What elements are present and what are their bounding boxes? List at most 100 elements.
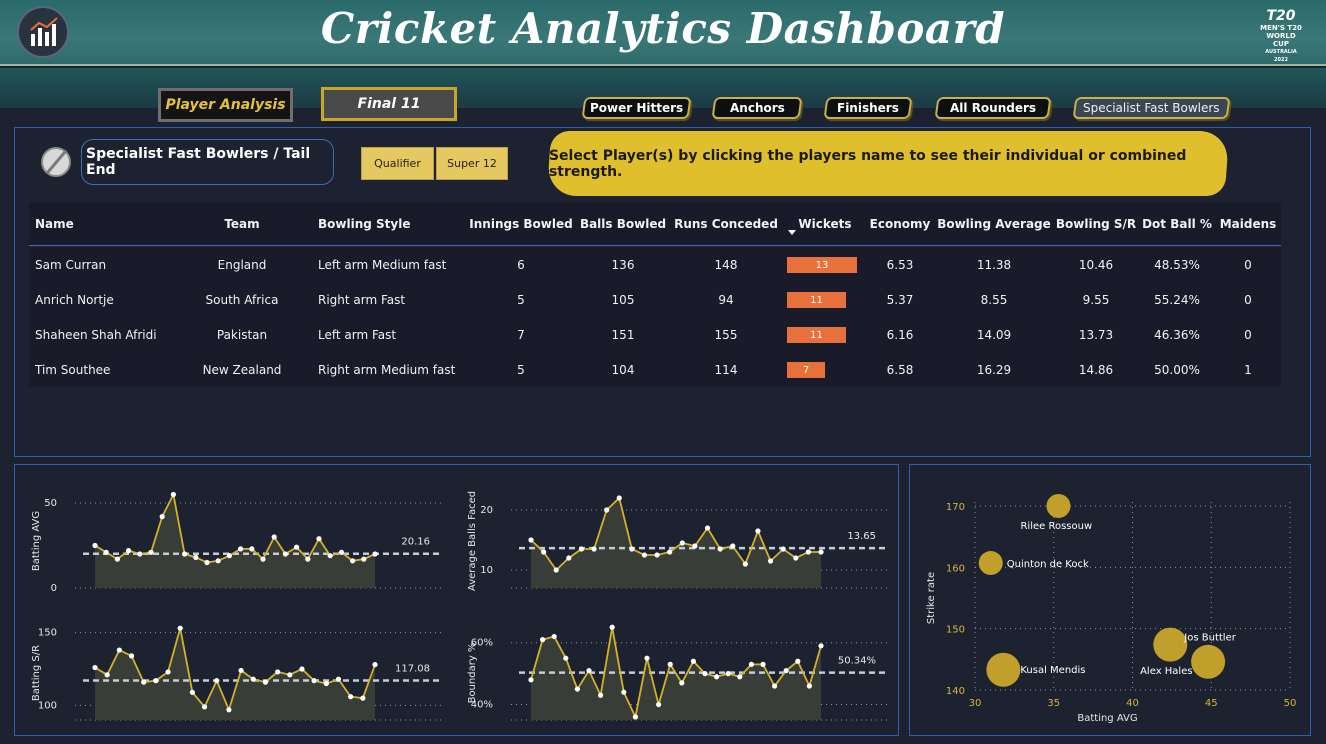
- data-point: [128, 653, 135, 659]
- data-point: [350, 558, 356, 564]
- col-name[interactable]: Name: [35, 202, 74, 245]
- strike-rate-vs-avg-chart: 30 35 40 45 50 140 150 160 170 Batting AVG Strike …: [926, 494, 1297, 724]
- data-point: [103, 549, 109, 555]
- average-label: 20.16: [401, 537, 430, 548]
- data-point: [260, 556, 266, 562]
- cell-dot-ball: 46.36%: [1154, 327, 1200, 342]
- data-point: [360, 695, 366, 701]
- data-point: [92, 542, 98, 549]
- average-label: 50.34%: [838, 656, 876, 667]
- data-point: [299, 666, 305, 672]
- cell-name[interactable]: Anrich Nortje: [35, 282, 185, 317]
- data-point: [338, 549, 344, 555]
- data-point: [249, 546, 255, 552]
- data-point: [679, 680, 685, 686]
- data-point: [159, 514, 165, 520]
- x-tick-label: 45: [1205, 698, 1218, 709]
- data-point: [609, 624, 615, 630]
- col-runs-conceded[interactable]: Runs Conceded: [673, 202, 779, 245]
- batting-avg-chart: 0 50Batting AVG 20.16: [31, 491, 442, 594]
- data-point: [238, 667, 244, 674]
- col-team[interactable]: Team: [189, 202, 295, 245]
- data-point: [116, 647, 122, 653]
- data-point: [528, 677, 534, 683]
- cell-dot-ball: 55.24%: [1154, 292, 1200, 307]
- cell-name[interactable]: Tim Southee: [35, 352, 185, 387]
- col-wickets[interactable]: Wickets: [781, 202, 869, 245]
- table-row[interactable]: Anrich Nortje South Africa Right arm Fast 5…: [29, 282, 1281, 317]
- tab-anchors[interactable]: Anchors: [711, 97, 803, 119]
- data-point: [305, 556, 311, 562]
- col-balls-bowled[interactable]: Balls Bowled: [577, 202, 669, 245]
- cell-name[interactable]: Shaheen Shah Afridi: [35, 317, 185, 352]
- y-tick-label: 10: [480, 565, 493, 576]
- cell-maidens: 0: [1244, 257, 1252, 272]
- table-row[interactable]: Tim Southee New Zealand Right arm Medium f…: [29, 352, 1281, 387]
- tab-all-rounders[interactable]: All Rounders: [934, 97, 1052, 119]
- final-11-button[interactable]: Final 11: [321, 87, 457, 121]
- data-point: [294, 544, 300, 550]
- filter-super12-button[interactable]: Super 12: [436, 147, 508, 180]
- data-point: [795, 658, 801, 664]
- page-title: Cricket Analytics Dashboard: [320, 4, 1006, 53]
- data-point: [262, 679, 269, 685]
- table-row[interactable]: Shaheen Shah Afridi Pakistan Left arm Fast…: [29, 317, 1281, 352]
- tab-specialist-fast-bowlers[interactable]: Specialist Fast Bowlers: [1072, 97, 1231, 119]
- cell-economy: 6.16: [886, 327, 914, 342]
- col-economy[interactable]: Economy: [865, 202, 935, 245]
- cell-bowling-sr: 9.55: [1082, 292, 1110, 307]
- cell-maidens: 0: [1244, 327, 1252, 342]
- cell-team: Pakistan: [216, 327, 268, 342]
- filter-qualifier-button[interactable]: Qualifier: [361, 147, 434, 180]
- bubble-label: Jos Buttler: [1183, 633, 1236, 644]
- data-point: [214, 678, 220, 684]
- cell-bowling-style: Left arm Medium fast: [318, 257, 447, 272]
- y-tick-label: 160: [946, 563, 965, 574]
- tab-power-hitters[interactable]: Power Hitters: [581, 97, 692, 119]
- data-point: [250, 676, 256, 682]
- boundary-pct-chart: 40%60%Boundary % 50.34%: [467, 624, 888, 721]
- cell-economy: 6.53: [886, 257, 914, 272]
- cell-bowling-style: Right arm Medium fast: [318, 362, 456, 377]
- data-point: [806, 683, 812, 689]
- section-label: Specialist Fast Bowlers / Tail End: [81, 139, 334, 185]
- cell-name[interactable]: Sam Curran: [35, 247, 185, 282]
- col-bowling-style[interactable]: Bowling Style: [318, 202, 410, 245]
- col-innings-bowled[interactable]: Innings Bowled: [469, 202, 573, 245]
- data-point: [644, 655, 650, 661]
- data-point: [551, 633, 557, 640]
- data-point: [667, 661, 673, 667]
- y-axis-label: Batting S/R: [31, 645, 42, 701]
- data-point: [621, 689, 627, 695]
- data-point: [616, 495, 622, 501]
- header-bar: Cricket Analytics Dashboard T20 MEN'S T2…: [0, 0, 1326, 66]
- data-point: [528, 537, 534, 543]
- cell-bowling-style: Right arm Fast: [318, 292, 406, 307]
- data-point: [540, 637, 546, 643]
- data-point: [153, 678, 159, 684]
- data-point: [717, 546, 723, 552]
- y-tick-label: 170: [946, 502, 965, 513]
- col-bowling-average[interactable]: Bowling Average: [937, 202, 1051, 245]
- data-point: [323, 680, 329, 687]
- cell-team: England: [217, 257, 267, 272]
- data-point: [193, 554, 199, 560]
- scatter-bubble: [1191, 644, 1226, 679]
- data-point: [586, 667, 592, 674]
- player-analysis-button[interactable]: Player Analysis: [158, 88, 293, 122]
- data-point: [104, 672, 110, 678]
- data-point: [189, 689, 195, 695]
- col-dot-ball[interactable]: Dot Ball %: [1141, 202, 1213, 245]
- x-tick-label: 50: [1284, 698, 1297, 709]
- y-axis-label: Boundary %: [467, 643, 478, 704]
- table-row[interactable]: Sam Curran England Left arm Medium fast 6 13…: [29, 247, 1281, 282]
- col-bowling-sr[interactable]: Bowling S/R: [1053, 202, 1139, 245]
- cell-bowling-style: Left arm Fast: [318, 327, 397, 342]
- data-point: [541, 549, 547, 555]
- data-point: [772, 683, 778, 689]
- series-line: [94, 491, 376, 564]
- col-maidens[interactable]: Maidens: [1215, 202, 1281, 245]
- data-point: [92, 664, 98, 671]
- batting-sr-chart: 100 150 Batting S/R 117.08: [31, 625, 442, 721]
- tab-finishers[interactable]: Finishers: [823, 97, 913, 119]
